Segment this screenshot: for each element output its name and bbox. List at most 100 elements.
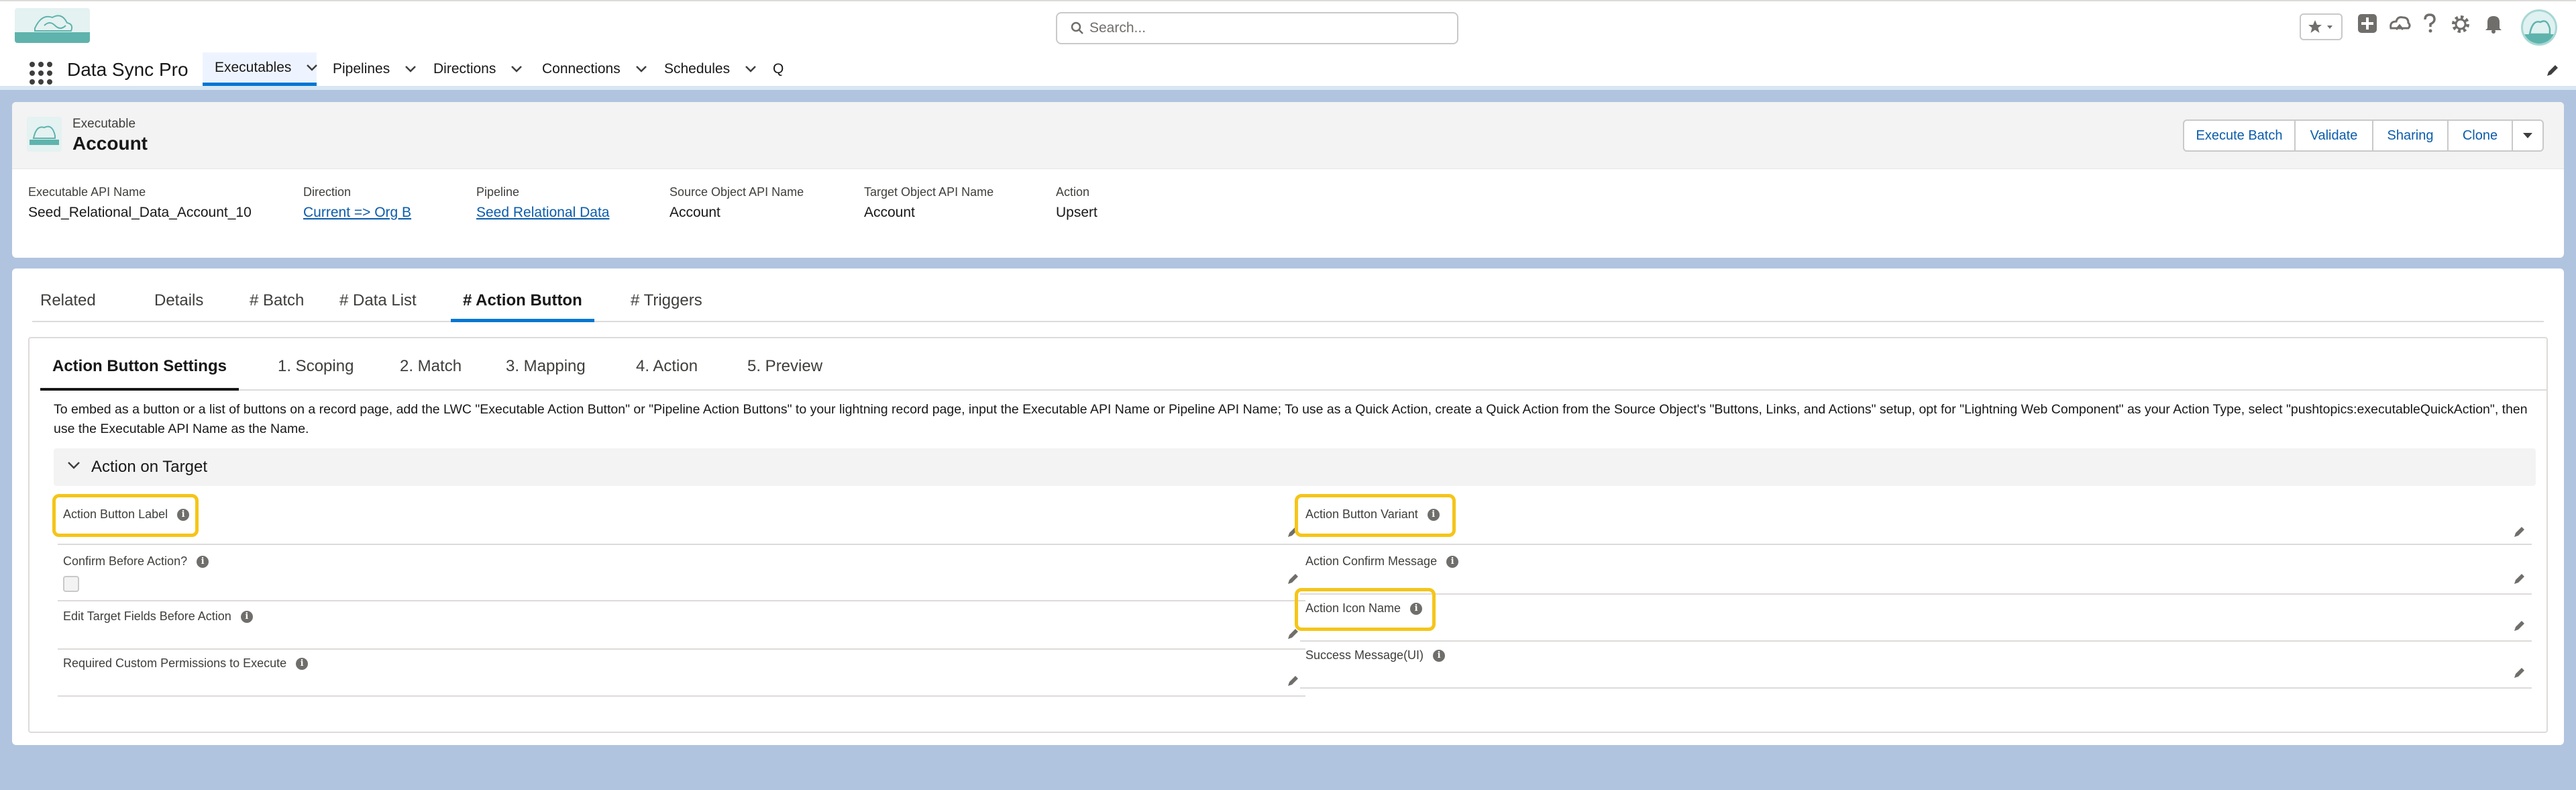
nav-tab-label: Q — [773, 61, 784, 77]
add-icon — [2358, 14, 2377, 33]
nav-tab-executables[interactable]: Executables — [203, 52, 318, 86]
subtab-match[interactable]: 2. Match — [400, 357, 462, 391]
clone-button[interactable]: Clone — [2447, 119, 2513, 152]
nav-tab-q[interactable]: Q — [773, 52, 784, 86]
chevron-down-icon[interactable] — [67, 460, 80, 473]
field-pipeline: Pipeline Seed Relational Data — [476, 185, 609, 221]
field-direction: Direction Current => Org B — [303, 185, 411, 221]
nav-tab-connections[interactable]: Connections — [542, 52, 647, 86]
chevron-down-icon[interactable] — [635, 61, 647, 77]
chevron-down-icon[interactable] — [511, 61, 523, 77]
field-action-icon-name: Action Icon Name i — [1300, 595, 2532, 642]
nav-tab-label: Executables — [215, 59, 292, 75]
edit-pencil-icon[interactable] — [2513, 525, 2526, 542]
settings-subtabs: Action Button Settings 1. Scoping 2. Mat… — [40, 338, 2546, 391]
subtab-scoping[interactable]: 1. Scoping — [278, 357, 354, 391]
record-title: Account — [72, 133, 148, 154]
section-action-on-target[interactable]: Action on Target — [54, 448, 2536, 486]
field-action-confirm-message: Action Confirm Message i — [1300, 548, 2532, 595]
field-label: Action Confirm Message — [1305, 554, 1438, 568]
field-action-button-variant: Action Button Variant i — [1300, 501, 2532, 545]
action-button-tab-content: Action Button Settings 1. Scoping 2. Mat… — [28, 337, 2548, 733]
executable-object-icon — [27, 117, 62, 152]
global-search-input[interactable]: Search... — [1056, 12, 1458, 44]
field-label: Confirm Before Action? — [63, 554, 188, 568]
edit-pencil-icon[interactable] — [1287, 572, 1300, 589]
notifications-button[interactable] — [2483, 13, 2504, 34]
field-label: Edit Target Fields Before Action — [63, 609, 231, 623]
record-action-buttons: Execute Batch Validate Sharing Clone — [2183, 119, 2544, 152]
field-value: Account — [669, 205, 720, 220]
info-icon[interactable]: i — [1446, 555, 1459, 568]
highlight-action-button-label — [52, 494, 199, 537]
field-source-object: Source Object API Name Account — [669, 185, 804, 221]
subtab-action-button-settings[interactable]: Action Button Settings — [40, 357, 239, 391]
field-edit-target-fields-before-action: Edit Target Fields Before Action i — [58, 603, 1305, 650]
field-label: Pipeline — [476, 185, 520, 199]
confirm-before-action-checkbox[interactable] — [63, 576, 79, 592]
subtab-mapping[interactable]: 3. Mapping — [506, 357, 586, 391]
field-value: Account — [864, 205, 915, 220]
search-icon — [1071, 21, 1084, 39]
chevron-down-icon — [2523, 133, 2532, 138]
field-label: Required Custom Permissions to Execute — [63, 656, 287, 670]
field-label: Action — [1056, 185, 1090, 199]
nav-tab-schedules[interactable]: Schedules — [664, 52, 757, 86]
edit-pencil-icon[interactable] — [1287, 674, 1300, 691]
global-actions-button[interactable] — [2357, 13, 2377, 34]
tab-action-button[interactable]: # Action Button — [451, 291, 594, 322]
tab-data-list[interactable]: # Data List — [339, 291, 417, 322]
info-icon[interactable]: i — [1433, 649, 1446, 662]
notifications-bell-icon — [2485, 16, 2502, 34]
more-actions-button[interactable] — [2512, 119, 2544, 152]
chevron-down-icon[interactable] — [745, 61, 757, 77]
nav-tab-pipelines[interactable]: Pipelines — [333, 52, 417, 86]
edit-nav-pencil-icon[interactable] — [2545, 63, 2560, 81]
app-name: Data Sync Pro — [67, 59, 189, 80]
tab-related[interactable]: Related — [40, 291, 96, 322]
validate-button[interactable]: Validate — [2294, 119, 2373, 152]
trailhead-button[interactable] — [2388, 13, 2411, 34]
field-label: Executable API Name — [28, 185, 146, 199]
execute-batch-button[interactable]: Execute Batch — [2183, 119, 2296, 152]
record-tabs-panel: Related Details # Batch # Data List # Ac… — [12, 268, 2564, 745]
highlight-action-icon-name — [1295, 588, 1436, 631]
app-launcher-icon[interactable] — [30, 62, 52, 85]
nav-tab-label: Pipelines — [333, 61, 390, 77]
app-logo[interactable] — [15, 8, 90, 43]
favorites-button[interactable] — [2300, 13, 2343, 40]
user-avatar[interactable] — [2521, 9, 2557, 46]
tab-details[interactable]: Details — [154, 291, 203, 322]
tab-batch[interactable]: # Batch — [250, 291, 304, 322]
chevron-down-icon[interactable] — [306, 60, 318, 76]
search-placeholder: Search... — [1089, 20, 1146, 36]
pipeline-link[interactable]: Seed Relational Data — [476, 205, 609, 221]
favorites-star-icon — [2308, 20, 2332, 33]
info-icon[interactable]: i — [240, 610, 253, 623]
field-label: Direction — [303, 185, 352, 199]
info-icon[interactable]: i — [197, 555, 209, 568]
help-button[interactable] — [2422, 13, 2438, 34]
field-value: Upsert — [1056, 205, 1097, 220]
subtab-action[interactable]: 4. Action — [636, 357, 698, 391]
section-title: Action on Target — [91, 458, 208, 476]
edit-pencil-icon[interactable] — [2513, 572, 2526, 589]
trailhead-icon — [2390, 16, 2411, 30]
nav-tab-label: Connections — [542, 61, 621, 77]
direction-link[interactable]: Current => Org B — [303, 205, 411, 221]
sharing-button[interactable]: Sharing — [2372, 119, 2449, 152]
info-icon[interactable]: i — [296, 657, 309, 670]
global-header: Search... — [0, 0, 2576, 52]
embed-instructions-text: To embed as a button or a list of button… — [54, 402, 2528, 436]
edit-pencil-icon[interactable] — [2513, 666, 2526, 683]
setup-button[interactable] — [2450, 13, 2471, 35]
edit-pencil-icon[interactable] — [2513, 619, 2526, 636]
tab-triggers[interactable]: # Triggers — [631, 291, 702, 322]
field-target-object: Target Object API Name Account — [864, 185, 994, 221]
chevron-down-icon[interactable] — [405, 61, 417, 77]
highlight-action-button-variant — [1295, 494, 1456, 537]
nav-tab-directions[interactable]: Directions — [433, 52, 523, 86]
subtab-preview[interactable]: 5. Preview — [747, 357, 822, 391]
nav-tab-label: Schedules — [664, 61, 731, 77]
field-executable-api-name: Executable API Name Seed_Relational_Data… — [28, 185, 252, 221]
